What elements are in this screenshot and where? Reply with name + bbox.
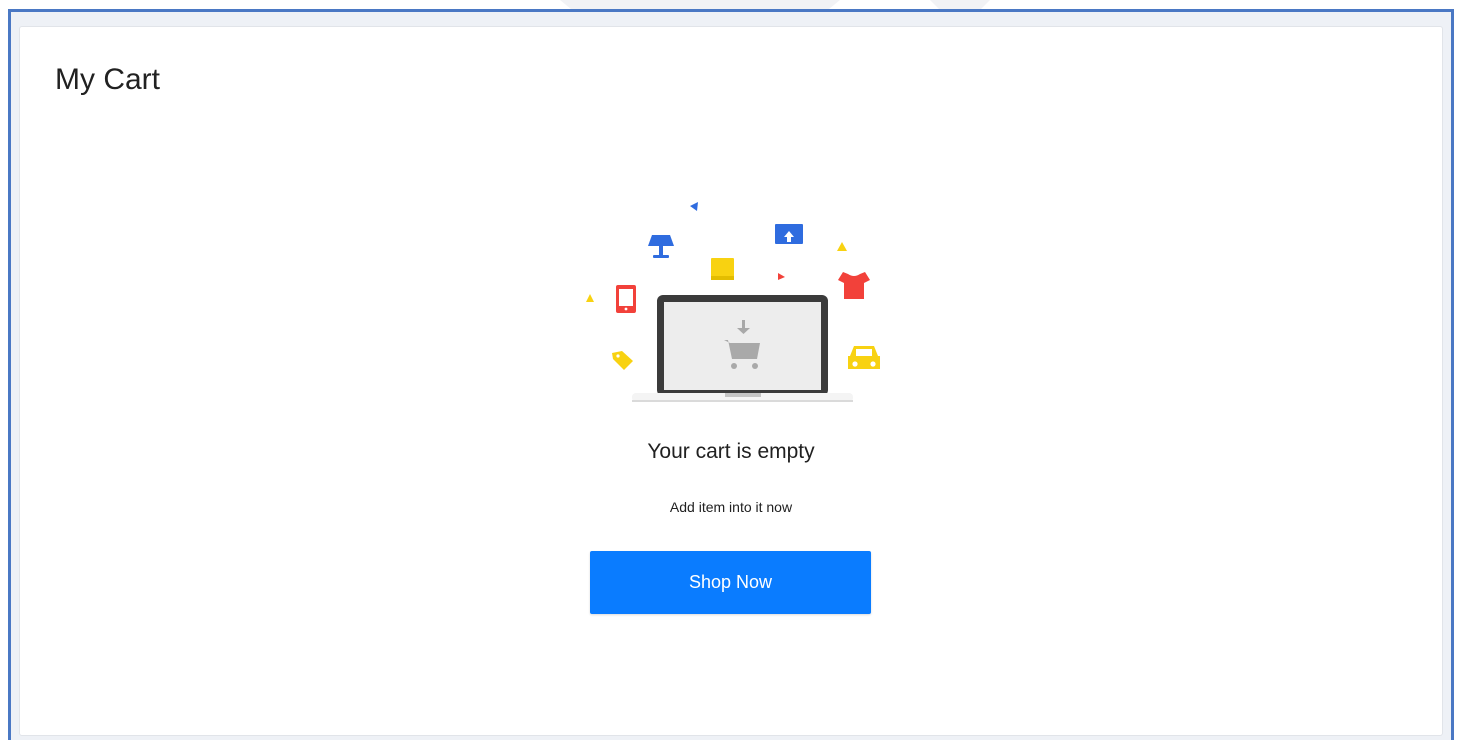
empty-cart-illustration: [586, 202, 880, 402]
confetti-triangle: [837, 242, 847, 251]
monitor-icon: [775, 224, 803, 244]
confetti-triangle: [690, 202, 698, 211]
tablet-icon: [616, 285, 636, 313]
lamp-icon: [648, 235, 674, 258]
book-icon: [711, 258, 734, 280]
tshirt-icon: [838, 272, 870, 299]
shop-now-button[interactable]: Shop Now: [590, 551, 871, 614]
empty-cart-heading: Your cart is empty: [647, 440, 815, 463]
app-frame: My Cart Your cart is empty Add item into…: [8, 9, 1454, 740]
confetti-triangle: [778, 273, 785, 280]
page-title: My Cart: [55, 63, 160, 96]
car-icon: [848, 346, 880, 369]
empty-cart-subtext: Add item into it now: [669, 499, 793, 515]
confetti-triangle: [586, 294, 594, 302]
price-tag-icon: [612, 351, 633, 370]
cart-panel: My Cart Your cart is empty Add item into…: [19, 26, 1443, 736]
